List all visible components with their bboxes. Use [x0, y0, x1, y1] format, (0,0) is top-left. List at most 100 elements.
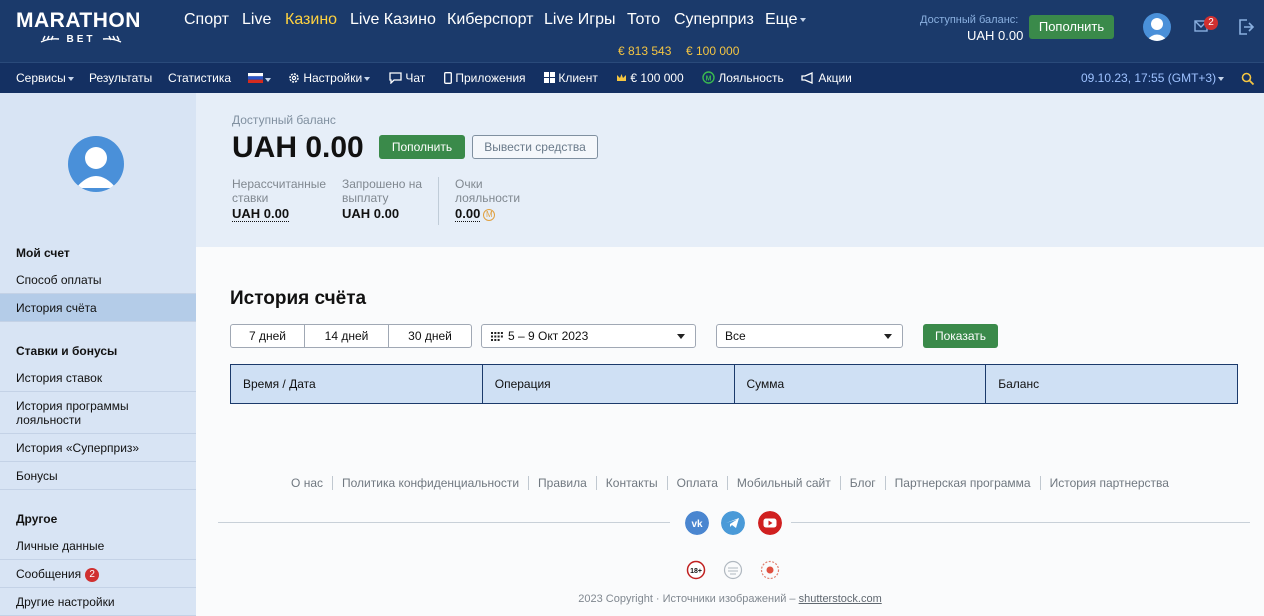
- subnav-chat[interactable]: Чат: [389, 71, 425, 85]
- column-datetime: Время / Дата: [231, 365, 483, 403]
- nav-live-casino[interactable]: Live Казино: [350, 11, 436, 29]
- topup-button[interactable]: Пополнить: [379, 135, 465, 159]
- russia-flag-icon: [248, 73, 263, 83]
- show-button[interactable]: Показать: [923, 324, 998, 348]
- chevron-down-icon: [1218, 76, 1225, 81]
- footer-link-mobile[interactable]: Мобильный сайт: [728, 476, 841, 490]
- header-balance-label: Доступный баланс:: [920, 14, 1019, 26]
- subnav-jackpot[interactable]: € 100 000: [616, 71, 684, 85]
- stat-unsettled-label: Нерассчитанные ставки: [232, 177, 327, 205]
- age-18-icon: 18+: [686, 560, 706, 580]
- nav-more[interactable]: Еще: [765, 11, 806, 29]
- chevron-down-icon: [799, 17, 806, 22]
- nav-esports[interactable]: Киберспорт: [447, 11, 533, 29]
- footer-link-blog[interactable]: Блог: [841, 476, 886, 490]
- footer-link-privacy[interactable]: Политика конфиденциальности: [333, 476, 530, 490]
- operation-type-select[interactable]: Все: [716, 324, 903, 348]
- stat-loyalty-label: Очки лояльности: [455, 177, 521, 205]
- nav-sport[interactable]: Спорт: [184, 11, 229, 29]
- period-30-days-button[interactable]: 30 дней: [389, 325, 471, 347]
- laurel-right-icon: [103, 36, 122, 43]
- stat-loyalty-value[interactable]: 0.00: [455, 207, 481, 222]
- sidebar-item-other-settings[interactable]: Другие настройки: [0, 588, 196, 616]
- certificate-icon: [723, 560, 743, 580]
- stat-requested-label: Запрошено на выплату: [342, 177, 423, 205]
- mobile-icon: [444, 72, 452, 84]
- nav-casino[interactable]: Казино: [285, 11, 337, 29]
- avatar[interactable]: [1143, 13, 1171, 41]
- chevron-down-icon: [265, 77, 271, 82]
- laurel-left-icon: [40, 36, 59, 43]
- sidebar-item-payment-method[interactable]: Способ оплаты: [0, 266, 196, 294]
- footer-divider: [791, 522, 1250, 523]
- period-14-days-button[interactable]: 14 дней: [305, 325, 389, 347]
- period-7-days-button[interactable]: 7 дней: [231, 325, 305, 347]
- date-range-select[interactable]: 5 – 9 Окт 2023: [481, 324, 696, 348]
- megaphone-icon: [801, 72, 813, 84]
- license-seal-icon: [760, 560, 780, 580]
- subnav-promos[interactable]: Акции: [801, 71, 852, 85]
- section-my-account: Мой счет: [16, 246, 70, 260]
- svg-text:18+: 18+: [690, 568, 702, 575]
- subnav-stats[interactable]: Статистика: [168, 71, 231, 85]
- copyright: 2023 Copyright · Источники изображений –…: [578, 593, 882, 605]
- user-icon: [1146, 18, 1168, 41]
- crown-icon: [617, 74, 626, 81]
- subnav-results[interactable]: Результаты: [89, 71, 152, 85]
- shutterstock-link[interactable]: shutterstock.com: [799, 593, 882, 605]
- section-other: Другое: [16, 512, 58, 526]
- sidebar-item-loyalty-history[interactable]: История программы лояльности: [0, 392, 196, 434]
- sidebar: Мой счет Способ оплаты История счёта Ста…: [0, 93, 196, 616]
- nav-superprize[interactable]: Суперприз: [674, 11, 754, 29]
- footer-link-partners[interactable]: Партнерская программа: [886, 476, 1041, 490]
- section-bets-bonuses: Ставки и бонусы: [16, 344, 118, 358]
- logo-text: MARATHON: [16, 9, 141, 32]
- search-icon[interactable]: [1241, 72, 1255, 86]
- sidebar-item-superprize-history[interactable]: История «Суперприз»: [0, 434, 196, 462]
- footer-link-about[interactable]: О нас: [282, 476, 334, 490]
- nav-live[interactable]: Live: [242, 11, 271, 29]
- footer-link-contacts[interactable]: Контакты: [597, 476, 668, 490]
- logo[interactable]: MARATHON BET: [16, 9, 146, 46]
- youtube-icon[interactable]: [758, 511, 782, 535]
- sidebar-item-bet-history[interactable]: История ставок: [0, 364, 196, 392]
- telegram-icon[interactable]: [721, 511, 745, 535]
- withdraw-button[interactable]: Вывести средства: [472, 135, 598, 159]
- footer-link-partnership-history[interactable]: История партнерства: [1041, 476, 1178, 490]
- nav-live-games[interactable]: Live Игры: [544, 11, 616, 29]
- chat-icon: [389, 72, 402, 85]
- nav-toto[interactable]: Тото: [627, 11, 660, 29]
- loyalty-coin-icon: M: [483, 208, 496, 221]
- header-balance-value: UAH 0.00: [967, 28, 1024, 43]
- subnav-loyalty[interactable]: M Лояльность: [702, 71, 784, 85]
- top-bar: MARATHON BET Спорт Live Казино Live Кази…: [0, 0, 1264, 62]
- datetime-selector[interactable]: 09.10.23, 17:55 (GMT+3): [1081, 71, 1225, 85]
- vk-icon[interactable]: vk: [685, 511, 709, 535]
- footer-divider: [218, 522, 670, 523]
- balance-panel: Доступный баланс UAH 0.00 Пополнить Выве…: [196, 93, 1264, 247]
- chevron-down-icon: [884, 334, 892, 339]
- chevron-down-icon: [677, 334, 685, 339]
- stat-unsettled-value[interactable]: UAH 0.00: [232, 207, 290, 222]
- user-icon: [76, 147, 116, 188]
- header-topup-button[interactable]: Пополнить: [1029, 15, 1114, 39]
- gear-icon: [289, 73, 299, 83]
- calendar-icon: [491, 332, 503, 341]
- sidebar-item-account-history[interactable]: История счёта: [0, 294, 196, 322]
- toto-jackpot: € 813 543: [618, 44, 672, 58]
- balance-label: Доступный баланс: [232, 113, 336, 127]
- language-selector[interactable]: [248, 72, 271, 86]
- subnav-apps[interactable]: Приложения: [444, 71, 526, 85]
- logout-icon[interactable]: [1237, 18, 1255, 36]
- stat-loyalty: Очки лояльности 0.00 M: [455, 177, 527, 222]
- subnav-client[interactable]: Клиент: [544, 71, 598, 85]
- windows-icon: [544, 72, 555, 83]
- sidebar-item-messages[interactable]: Сообщения 2: [0, 560, 196, 588]
- sidebar-item-bonuses[interactable]: Бонусы: [0, 462, 196, 490]
- footer-link-payment[interactable]: Оплата: [668, 476, 728, 490]
- svg-text:M: M: [706, 75, 712, 82]
- footer-link-rules[interactable]: Правила: [529, 476, 597, 490]
- subnav-services[interactable]: Сервисы: [16, 71, 74, 85]
- subnav-settings[interactable]: Настройки: [288, 71, 371, 85]
- sidebar-item-personal-data[interactable]: Личные данные: [0, 532, 196, 560]
